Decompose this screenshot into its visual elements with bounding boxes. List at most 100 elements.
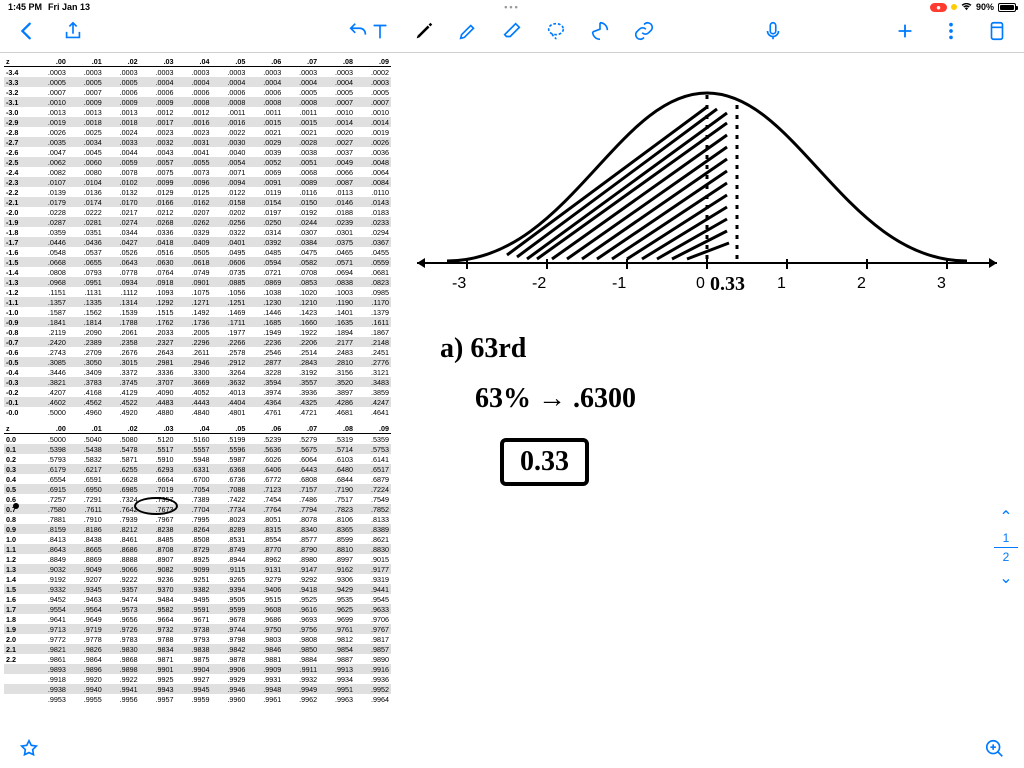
note-canvas[interactable]: z.00.01.02.03.04.05.06.07.08.09-3.4.0003… xyxy=(0,52,1024,734)
battery-icon xyxy=(998,3,1016,12)
table-row: 0.5.6915.6950.6985.7019.7054.7088.7123.7… xyxy=(4,484,391,494)
table-row: -1.9.0287.0281.0274.0268.0262.0256.0250.… xyxy=(4,217,391,227)
table-row: -2.7.0035.0034.0033.0032.0031.0030.0029.… xyxy=(4,137,391,147)
shapes-tool-button[interactable] xyxy=(589,20,611,47)
axis-tick-p3: 3 xyxy=(937,275,946,293)
table-row: 0.3.6179.6217.6255.6293.6331.6368.6406.6… xyxy=(4,464,391,474)
bottom-toolbar xyxy=(0,734,1024,768)
table-row: 0.4.6554.6591.6628.6664.6700.6736.6772.6… xyxy=(4,474,391,484)
table-row: .9938.9940.9941.9943.9945.9946.9948.9949… xyxy=(4,684,391,694)
table-row: -2.2.0139.0136.0132.0129.0125.0122.0119.… xyxy=(4,187,391,197)
table-row: 0.6.7257.7291.7324.7357.7389.7422.7454.7… xyxy=(4,494,391,504)
grab-indicator-icon: ••• xyxy=(504,2,519,12)
table-row: -1.0.1587.1562.1539.1515.1492.1469.1446.… xyxy=(4,307,391,317)
table-row: -0.1.4602.4562.4522.4483.4443.4404.4364.… xyxy=(4,397,391,407)
table-row: 0.9.8159.8186.8212.8238.8264.8289.8315.8… xyxy=(4,524,391,534)
table-row: -0.2.4207.4168.4129.4090.4052.4013.3974.… xyxy=(4,387,391,397)
page-current: 1 xyxy=(994,531,1018,545)
screen-record-indicator[interactable]: ● xyxy=(930,3,947,12)
wifi-icon xyxy=(961,3,972,11)
table-row: -3.2.0007.0007.0006.0006.0006.0006.0006.… xyxy=(4,87,391,97)
page-total: 2 xyxy=(994,550,1018,564)
table-row: -3.3.0005.0005.0005.0004.0004.0004.0004.… xyxy=(4,77,391,87)
table-row: -1.6.0548.0537.0526.0516.0505.0495.0485.… xyxy=(4,247,391,257)
table-row: -3.0.0013.0013.0013.0012.0012.0011.0011.… xyxy=(4,107,391,117)
mic-button[interactable] xyxy=(762,20,784,47)
back-button[interactable] xyxy=(16,20,38,47)
table-row: 0.2.5793.5832.5871.5910.5948.5987.6026.6… xyxy=(4,454,391,464)
table-row: 1.0.8413.8438.8461.8485.8508.8531.8554.8… xyxy=(4,534,391,544)
status-bar: 1:45 PM Fri Jan 13 ••• ● 90% xyxy=(0,0,1024,14)
table-row: -0.4.3446.3409.3372.3336.3300.3264.3228.… xyxy=(4,367,391,377)
table-row: 2.2.9861.9864.9868.9871.9875.9878.9881.9… xyxy=(4,654,391,664)
hand-row-dot xyxy=(13,503,19,509)
status-time: 1:45 PM xyxy=(8,2,42,12)
table-row: 0.1.5398.5438.5478.5517.5557.5596.5636.5… xyxy=(4,444,391,454)
table-row: -2.5.0062.0060.0059.0057.0055.0054.0052.… xyxy=(4,157,391,167)
pages-button[interactable] xyxy=(986,20,1008,47)
table-row: -0.8.2119.2090.2061.2033.2005.1977.1949.… xyxy=(4,327,391,337)
table-row: -1.4.0808.0793.0778.0764.0749.0735.0721.… xyxy=(4,267,391,277)
location-indicator-icon xyxy=(951,4,957,10)
table-row: 1.3.9032.9049.9066.9082.9099.9115.9131.9… xyxy=(4,564,391,574)
table-row: 0.0.5000.5040.5080.5120.5160.5199.5239.5… xyxy=(4,434,391,445)
table-row: -0.3.3821.3783.3745.3707.3669.3632.3594.… xyxy=(4,377,391,387)
battery-percent: 90% xyxy=(976,2,994,12)
table-row: -2.6.0047.0045.0044.0043.0041.0040.0039.… xyxy=(4,147,391,157)
table-row: .9893.9896.9898.9901.9904.9906.9909.9911… xyxy=(4,664,391,674)
drawing-area[interactable]: -3 -2 -1 0 1 2 3 0.33 a) 63rd 63% → .630… xyxy=(395,53,1024,734)
axis-tick-p1: 1 xyxy=(777,275,786,293)
share-button[interactable] xyxy=(62,20,84,47)
table-row: -0.9.1841.1814.1788.1762.1736.1711.1685.… xyxy=(4,317,391,327)
table-row: -0.5.3085.3050.3015.2981.2946.2912.2877.… xyxy=(4,357,391,367)
z-table-positive: z.00.01.02.03.04.05.06.07.08.090.0.5000.… xyxy=(4,423,391,704)
table-row: -1.1.1357.1335.1314.1292.1271.1251.1230.… xyxy=(4,297,391,307)
table-row: 1.6.9452.9463.9474.9484.9495.9505.9515.9… xyxy=(4,594,391,604)
normal-curve-sketch: -3 -2 -1 0 1 2 3 0.33 xyxy=(400,63,1014,303)
page-indicator[interactable]: ⌃ 1 2 ⌄ xyxy=(994,503,1018,592)
table-row: -3.4.0003.0003.0003.0003.0003.0003.0003.… xyxy=(4,67,391,78)
table-row: 1.9.9713.9719.9726.9732.9738.9744.9750.9… xyxy=(4,624,391,634)
table-row: 2.0.9772.9778.9783.9788.9793.9798.9803.9… xyxy=(4,634,391,644)
zoom-in-button[interactable] xyxy=(984,738,1006,765)
more-button[interactable] xyxy=(940,20,962,47)
page-up-button[interactable]: ⌃ xyxy=(994,503,1018,531)
table-row: 2.1.9821.9826.9830.9834.9838.9842.9846.9… xyxy=(4,644,391,654)
table-row: -0.0.5000.4960.4920.4880.4840.4801.4761.… xyxy=(4,407,391,417)
table-row: -2.3.0107.0104.0102.0099.0096.0094.0091.… xyxy=(4,177,391,187)
table-row: 1.5.9332.9345.9357.9370.9382.9394.9406.9… xyxy=(4,584,391,594)
table-row: -0.6.2743.2709.2676.2643.2611.2578.2546.… xyxy=(4,347,391,357)
z-table-negative: z.00.01.02.03.04.05.06.07.08.09-3.4.0003… xyxy=(4,56,391,417)
table-row: -2.0.0228.0222.0217.0212.0207.0202.0197.… xyxy=(4,207,391,217)
axis-tick-m2: -2 xyxy=(532,275,546,293)
table-row: -1.8.0359.0351.0344.0336.0329.0322.0314.… xyxy=(4,227,391,237)
link-tool-button[interactable] xyxy=(633,20,655,47)
undo-button[interactable] xyxy=(347,20,369,47)
add-button[interactable] xyxy=(894,20,916,47)
table-row: .9953.9955.9956.9957.9959.9960.9961.9962… xyxy=(4,694,391,704)
text-tool-button[interactable] xyxy=(369,20,391,47)
table-row: -2.8.0026.0025.0024.0023.0023.0022.0021.… xyxy=(4,127,391,137)
pen-tool-button[interactable] xyxy=(413,20,435,47)
app-toolbar xyxy=(0,14,1024,52)
axis-tick-m3: -3 xyxy=(452,275,466,293)
table-row: 1.7.9554.9564.9573.9582.9591.9599.9608.9… xyxy=(4,604,391,614)
table-row: 1.8.9641.9649.9656.9664.9671.9678.9686.9… xyxy=(4,614,391,624)
table-row: 1.1.8643.8665.8686.8708.8729.8749.8770.8… xyxy=(4,544,391,554)
table-row: -0.7.2420.2389.2358.2327.2296.2266.2236.… xyxy=(4,337,391,347)
table-row: .9918.9920.9922.9925.9927.9929.9931.9932… xyxy=(4,674,391,684)
lasso-tool-button[interactable] xyxy=(545,20,567,47)
table-row: -1.7.0446.0436.0427.0418.0409.0401.0392.… xyxy=(4,237,391,247)
table-row: -2.4.0082.0080.0078.0075.0073.0071.0069.… xyxy=(4,167,391,177)
table-row: 1.4.9192.9207.9222.9236.9251.9265.9279.9… xyxy=(4,574,391,584)
table-row: -2.1.0179.0174.0170.0166.0162.0158.0154.… xyxy=(4,197,391,207)
table-row: 1.2.8849.8869.8888.8907.8925.8944.8962.8… xyxy=(4,554,391,564)
eraser-tool-button[interactable] xyxy=(501,20,523,47)
page-down-button[interactable]: ⌄ xyxy=(994,564,1018,592)
bookmark-button[interactable] xyxy=(18,738,40,765)
table-row: -3.1.0010.0009.0009.0009.0008.0008.0008.… xyxy=(4,97,391,107)
table-row: -1.3.0968.0951.0934.0918.0901.0885.0869.… xyxy=(4,277,391,287)
answer-part-a: a) 63rd xyxy=(440,333,526,365)
highlighter-tool-button[interactable] xyxy=(457,20,479,47)
z-table-image: z.00.01.02.03.04.05.06.07.08.09-3.4.0003… xyxy=(0,53,395,734)
